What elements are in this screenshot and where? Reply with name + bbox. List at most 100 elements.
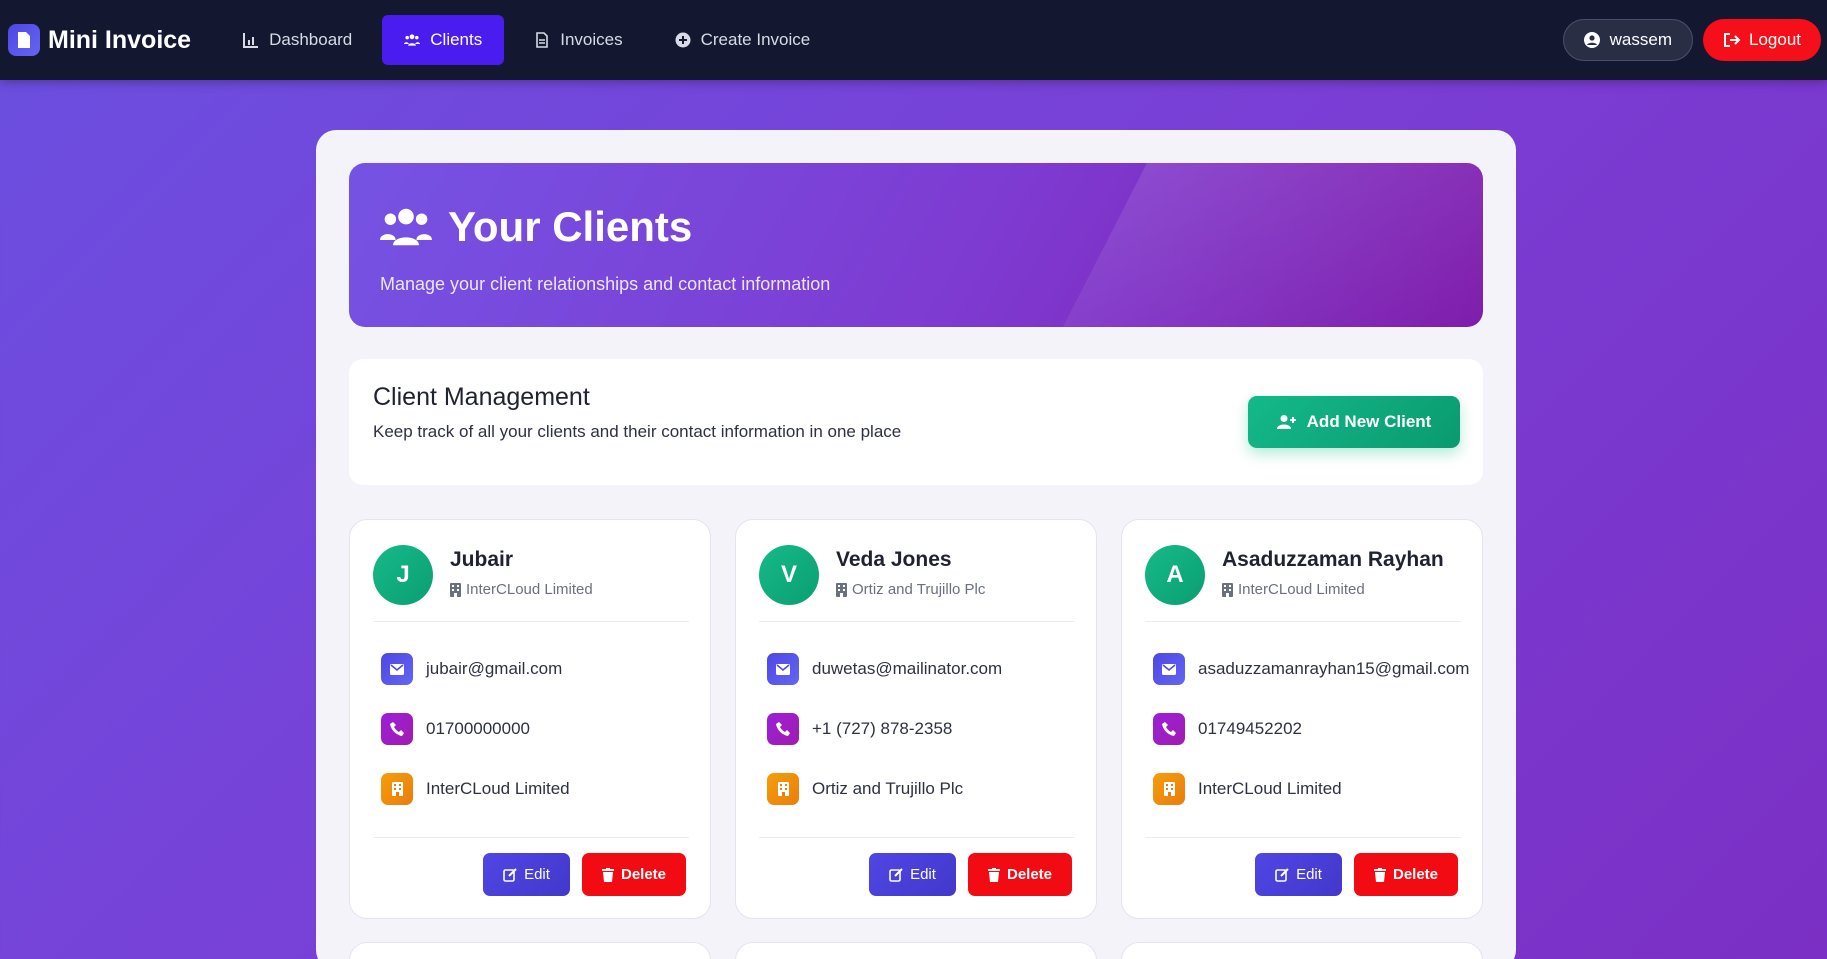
nav-clients-label: Clients xyxy=(430,30,483,49)
delete-button[interactable]: Delete xyxy=(582,853,686,896)
delete-button[interactable]: Delete xyxy=(968,853,1072,896)
top-navbar: Mini Invoice Dashboard Clients Invoices … xyxy=(0,0,1827,80)
nav-invoices[interactable]: Invoices xyxy=(512,15,644,65)
user-plus-icon xyxy=(1276,415,1296,429)
nav-create-invoice[interactable]: Create Invoice xyxy=(653,15,833,65)
avatar: A xyxy=(1145,545,1205,605)
divider xyxy=(1145,621,1461,622)
section-description: Keep track of all your clients and their… xyxy=(373,422,902,441)
add-new-client-label: Add New Client xyxy=(1306,412,1432,431)
client-company-subtitle: InterCLoud Limited xyxy=(1222,581,1365,598)
edit-label: Edit xyxy=(910,866,936,883)
section-title: Client Management xyxy=(373,383,590,411)
edit-button[interactable]: Edit xyxy=(869,853,956,896)
building-icon xyxy=(836,582,847,597)
trash-icon xyxy=(601,867,614,882)
chart-icon xyxy=(243,33,259,48)
client-company-text: Ortiz and Trujillo Plc xyxy=(852,581,986,598)
edit-icon xyxy=(503,867,517,882)
building-icon xyxy=(767,773,799,805)
building-icon xyxy=(450,582,461,597)
client-email: asaduzzamanrayhan15@gmail.com xyxy=(1198,659,1470,678)
main-container: Your Clients Manage your client relation… xyxy=(316,130,1516,959)
edit-button[interactable]: Edit xyxy=(1255,853,1342,896)
page-title: Your Clients xyxy=(448,203,693,250)
phone-icon xyxy=(767,713,799,745)
plus-circle-icon xyxy=(675,32,691,48)
delete-button[interactable]: Delete xyxy=(1354,853,1458,896)
client-company-subtitle: InterCLoud Limited xyxy=(450,581,593,598)
username: wassem xyxy=(1609,30,1672,49)
client-card: A Asaduzzaman Rayhan InterCLoud Limited … xyxy=(1121,519,1483,919)
client-company: InterCLoud Limited xyxy=(426,779,570,798)
edit-label: Edit xyxy=(524,866,550,883)
logout-button[interactable]: Logout xyxy=(1703,19,1821,61)
client-company-subtitle: Ortiz and Trujillo Plc xyxy=(836,581,985,598)
company-row: Ortiz and Trujillo Plc xyxy=(767,773,963,805)
phone-row: 01700000000 xyxy=(381,713,530,745)
trash-icon xyxy=(1373,867,1386,882)
page-subtitle: Manage your client relationships and con… xyxy=(380,274,831,294)
edit-icon xyxy=(889,867,903,882)
nav-links: Dashboard Clients Invoices Create Invoic… xyxy=(221,15,832,65)
nav-clients[interactable]: Clients xyxy=(382,15,505,65)
client-phone: +1 (727) 878-2358 xyxy=(812,719,953,738)
logout-icon xyxy=(1724,33,1741,47)
logout-label: Logout xyxy=(1749,30,1801,49)
phone-row: +1 (727) 878-2358 xyxy=(767,713,952,745)
nav-dashboard[interactable]: Dashboard xyxy=(221,15,374,65)
trash-icon xyxy=(987,867,1000,882)
company-row: InterCLoud Limited xyxy=(1153,773,1342,805)
divider xyxy=(759,837,1075,838)
client-card-partial xyxy=(349,942,711,959)
edit-icon xyxy=(1275,867,1289,882)
client-company: InterCLoud Limited xyxy=(1198,779,1342,798)
client-phone: 01700000000 xyxy=(426,719,531,738)
edit-button[interactable]: Edit xyxy=(483,853,570,896)
client-name: Jubair xyxy=(450,548,514,571)
phone-row: 01749452202 xyxy=(1153,713,1302,745)
client-email: jubair@gmail.com xyxy=(426,659,563,678)
divider xyxy=(759,621,1075,622)
building-icon xyxy=(1153,773,1185,805)
phone-icon xyxy=(1153,713,1185,745)
client-email: duwetas@mailinator.com xyxy=(812,659,1003,678)
client-name: Asaduzzaman Rayhan xyxy=(1222,548,1444,571)
document-icon xyxy=(536,32,549,48)
building-icon xyxy=(1222,582,1233,597)
hero-banner: Your Clients Manage your client relation… xyxy=(349,163,1483,327)
user-menu-button[interactable]: wassem xyxy=(1562,19,1693,61)
email-row: asaduzzamanrayhan15@gmail.com xyxy=(1153,653,1469,685)
client-phone: 01749452202 xyxy=(1198,719,1303,738)
envelope-icon xyxy=(381,653,413,685)
divider xyxy=(373,621,689,622)
user-circle-icon xyxy=(1583,32,1600,48)
delete-label: Delete xyxy=(1006,866,1053,883)
client-card-partial xyxy=(1121,942,1483,959)
brand[interactable]: Mini Invoice xyxy=(8,24,191,56)
add-new-client-button[interactable]: Add New Client xyxy=(1248,396,1460,448)
hero-decoration xyxy=(1063,163,1483,327)
divider xyxy=(373,837,689,838)
client-management-panel: Client Management Keep track of all your… xyxy=(349,359,1483,485)
brand-name: Mini Invoice xyxy=(48,25,192,54)
avatar: J xyxy=(373,545,433,605)
avatar: V xyxy=(759,545,819,605)
delete-label: Delete xyxy=(620,866,667,883)
client-company-text: InterCLoud Limited xyxy=(1238,581,1365,598)
nav-create-invoice-label: Create Invoice xyxy=(700,30,811,49)
email-row: jubair@gmail.com xyxy=(381,653,562,685)
delete-label: Delete xyxy=(1392,866,1439,883)
client-company-text: InterCLoud Limited xyxy=(466,581,593,598)
nav-dashboard-label: Dashboard xyxy=(269,30,353,49)
company-row: InterCLoud Limited xyxy=(381,773,570,805)
client-card: V Veda Jones Ortiz and Trujillo Plc duwe… xyxy=(735,519,1097,919)
users-icon xyxy=(404,34,421,46)
invoice-logo-icon xyxy=(8,24,40,56)
client-name: Veda Jones xyxy=(836,548,952,571)
client-company: Ortiz and Trujillo Plc xyxy=(812,779,964,798)
users-icon xyxy=(380,208,432,246)
client-card: J Jubair InterCLoud Limited jubair@gmail… xyxy=(349,519,711,919)
divider xyxy=(1145,837,1461,838)
phone-icon xyxy=(381,713,413,745)
